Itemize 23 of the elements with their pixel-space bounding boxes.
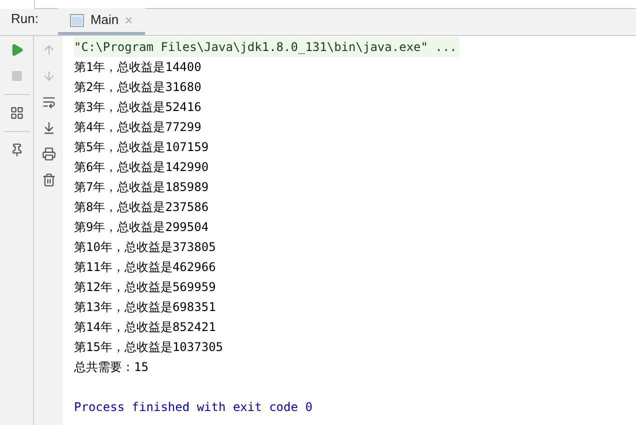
console-output-line: 第8年，总收益是237586 bbox=[74, 200, 209, 214]
console-output-line: 第7年，总收益是185989 bbox=[74, 180, 209, 194]
console-output-line: 第1年，总收益是14400 bbox=[74, 60, 202, 74]
console-output-line: 第2年，总收益是31680 bbox=[74, 80, 202, 94]
console-output-line: 第12年，总收益是569959 bbox=[74, 280, 216, 294]
run-label: Run: bbox=[11, 10, 38, 28]
main-tab[interactable]: Main × bbox=[58, 8, 145, 35]
console-output-line: 第4年，总收益是77299 bbox=[74, 120, 202, 134]
console-output-line: 第5年，总收益是107159 bbox=[74, 140, 209, 154]
console-output-line: 第15年，总收益是1037305 bbox=[74, 340, 224, 354]
console-output-line: 第11年，总收益是462966 bbox=[74, 260, 216, 274]
console-output-line: 第3年，总收益是52416 bbox=[74, 100, 202, 114]
print-icon[interactable] bbox=[40, 146, 56, 162]
console-output-line: 第9年，总收益是299504 bbox=[74, 220, 209, 234]
trash-icon[interactable] bbox=[40, 172, 56, 188]
console-output-line: 第14年，总收益是852421 bbox=[74, 320, 216, 334]
console-icon bbox=[70, 14, 84, 26]
layout-icon[interactable] bbox=[8, 105, 24, 121]
console-output-line: 总共需要：15 bbox=[74, 360, 148, 374]
console-output-line: 第10年，总收益是373805 bbox=[74, 240, 216, 254]
console-output-line: 第13年，总收益是698351 bbox=[74, 300, 216, 314]
process-finished-message: Process finished with exit code 0 bbox=[74, 400, 312, 414]
console-output-line: 第6年，总收益是142990 bbox=[74, 160, 209, 174]
